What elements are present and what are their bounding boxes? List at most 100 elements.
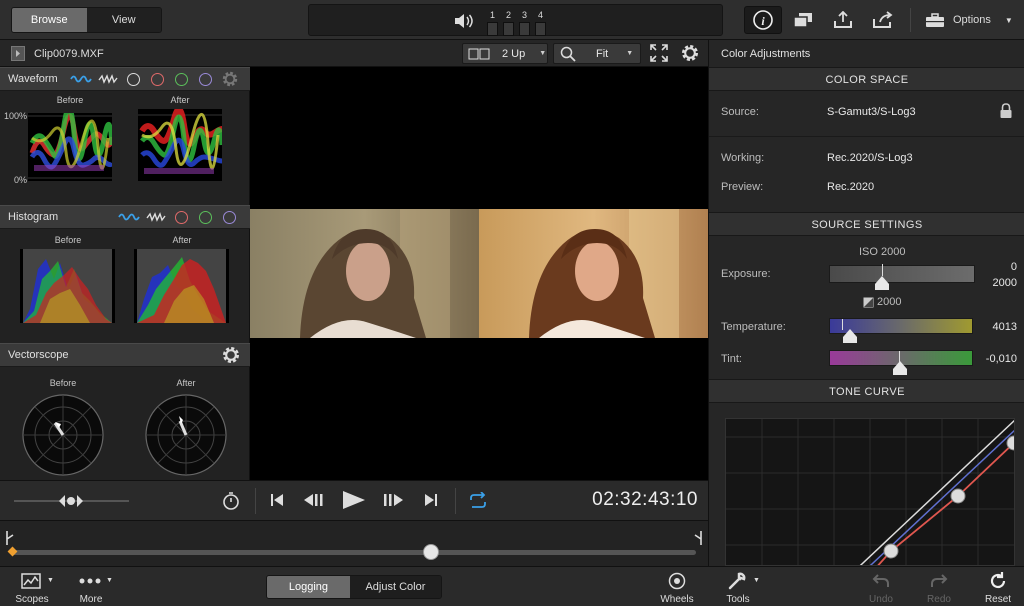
timer-icon[interactable] (222, 491, 240, 511)
reset-label: Reset (984, 594, 1012, 605)
channel-meter (519, 22, 530, 36)
channel-meter (487, 22, 498, 36)
timecode-display: 02:32:43:10 (592, 489, 698, 510)
exposure-slider[interactable] (829, 265, 975, 283)
source-value[interactable]: S-Gamut3/S-Log3 (827, 106, 916, 118)
histogram-title: Histogram (8, 211, 59, 223)
green-circle-icon[interactable] (174, 72, 188, 86)
channel-label-4: 4 (537, 10, 543, 20)
vectorscope-after-label: After (176, 378, 196, 388)
playhead-handle[interactable] (423, 544, 439, 560)
loop-icon[interactable] (468, 492, 488, 510)
wave-parade-icon[interactable] (69, 74, 92, 84)
chevron-down-icon: ▼ (626, 50, 634, 57)
lock-icon[interactable] (999, 103, 1013, 118)
green-circle-icon[interactable] (199, 210, 213, 224)
transport-bar: 02:32:43:10 (0, 480, 708, 520)
step-back-icon[interactable] (303, 493, 325, 507)
logging-tab[interactable]: Logging (267, 576, 350, 598)
clip-name: Clip0079.MXF (34, 48, 104, 60)
reset-button[interactable]: Reset (978, 569, 1018, 605)
waveform-header: Waveform (0, 67, 250, 91)
blue-circle-icon[interactable] (198, 72, 212, 86)
gear-icon[interactable] (221, 70, 239, 88)
channel-label-3: 3 (521, 10, 527, 20)
windows-button[interactable] (784, 6, 822, 34)
gear-icon[interactable] (221, 345, 241, 365)
luma-circle-icon[interactable] (126, 72, 140, 86)
timeline-track[interactable] (10, 550, 696, 555)
info-button[interactable]: i (744, 6, 782, 34)
exposure-sub-value: 2000 (877, 296, 902, 308)
share-icon (873, 11, 893, 28)
red-circle-icon[interactable] (175, 210, 189, 224)
windows-icon (793, 13, 812, 28)
redo-label: Redo (927, 594, 951, 605)
tint-label: Tint: (721, 353, 742, 365)
channel-label-2: 2 (505, 10, 511, 20)
tone-curve-header: TONE CURVE (709, 379, 1024, 403)
share-button[interactable] (864, 6, 902, 34)
top-bar: Browse View 1 2 3 4 i Options ▼ (0, 0, 1024, 40)
out-marker-icon[interactable] (694, 531, 702, 547)
view-button[interactable]: View (86, 8, 161, 32)
exposure-knob[interactable] (875, 276, 889, 284)
speaker-icon[interactable] (454, 13, 474, 29)
tint-knob[interactable] (893, 361, 907, 369)
in-marker-icon[interactable] (6, 531, 14, 547)
play-icon[interactable] (341, 490, 367, 510)
scopes-icon (21, 573, 41, 589)
browse-button[interactable]: Browse (12, 8, 87, 32)
gear-icon[interactable] (680, 43, 700, 63)
exposure-sub: 2000 (863, 296, 901, 308)
tools-button[interactable]: ▼ Tools (720, 569, 764, 605)
tint-knob-base[interactable] (893, 369, 907, 375)
clip-file-icon (11, 46, 25, 61)
layout-dropdown[interactable]: 2 Up ▼ (462, 43, 548, 64)
tone-curve-graph[interactable] (725, 418, 1015, 566)
step-forward-icon[interactable] (382, 493, 404, 507)
undo-icon (872, 574, 889, 587)
clip-toolbar: Clip0079.MXF 2 Up ▼ Fit ▼ (0, 40, 708, 67)
wheels-icon (668, 572, 686, 590)
export-button[interactable] (824, 6, 862, 34)
working-label: Working: (721, 152, 765, 164)
wave-overlay-icon[interactable] (98, 74, 120, 84)
exposure-knob-base[interactable] (875, 284, 889, 290)
options-menu[interactable]: Options ▼ (925, 6, 1013, 34)
fullscreen-icon[interactable] (650, 44, 668, 62)
jog-shuttle-icon[interactable] (58, 494, 84, 508)
more-button[interactable]: ▼ More (74, 569, 118, 605)
wave-overlay-icon[interactable] (146, 212, 168, 222)
wave-parade-icon[interactable] (118, 212, 140, 222)
working-value[interactable]: Rec.2020/S-Log3 (827, 152, 913, 164)
source-label: Source: (721, 106, 759, 118)
preview-value[interactable]: Rec.2020 (827, 181, 874, 193)
exposure-iso-value: 2000 (992, 277, 1017, 289)
scopes-button[interactable]: ▼ Scopes (14, 569, 56, 605)
zoom-dropdown[interactable]: Fit ▼ (553, 43, 641, 64)
iso-value: ISO 2000 (859, 246, 906, 258)
exposure-label: Exposure: (721, 268, 771, 280)
app-window: Browse View 1 2 3 4 i Options ▼ Clip0079… (0, 0, 1024, 606)
more-label: More (79, 594, 103, 605)
go-to-start-icon[interactable] (270, 493, 284, 507)
temperature-knob-base[interactable] (843, 337, 857, 343)
temperature-knob[interactable] (843, 329, 857, 337)
chevron-down-icon: ▼ (1004, 15, 1013, 25)
blue-circle-icon[interactable] (223, 210, 237, 224)
upload-icon (834, 11, 852, 28)
wheels-button[interactable]: Wheels (656, 569, 698, 605)
tools-label: Tools (726, 594, 750, 605)
exposure-tick (882, 264, 883, 276)
chevron-down-icon: ▼ (753, 577, 760, 584)
redo-button[interactable]: Redo (920, 569, 958, 605)
red-circle-icon[interactable] (150, 72, 164, 86)
adjust-color-tab[interactable]: Adjust Color (349, 576, 441, 598)
go-to-end-icon[interactable] (424, 493, 438, 507)
divider (255, 488, 256, 514)
waveform-title: Waveform (8, 73, 58, 85)
audio-meter-panel: 1 2 3 4 (308, 4, 723, 36)
video-viewer[interactable] (250, 67, 708, 480)
undo-button[interactable]: Undo (862, 569, 900, 605)
